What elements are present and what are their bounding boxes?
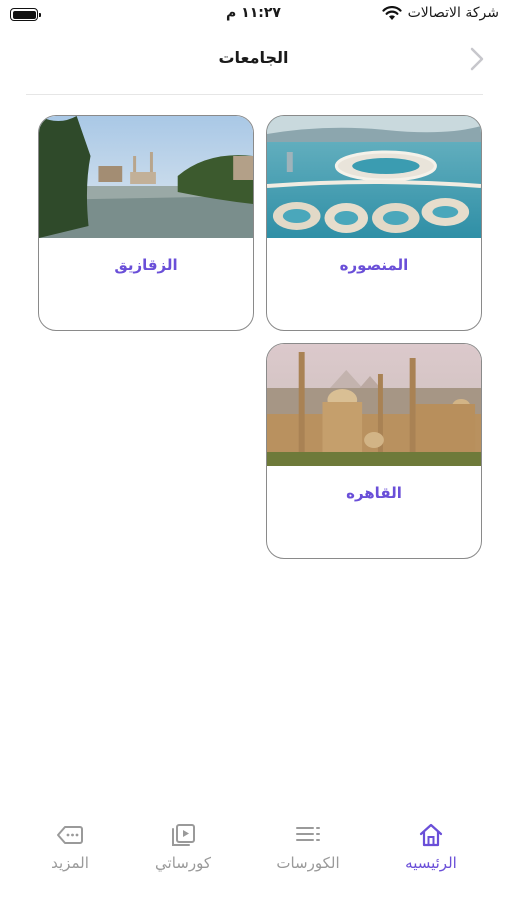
university-name: الزقازيق bbox=[114, 256, 178, 274]
video-library-icon bbox=[172, 824, 195, 846]
tab-home[interactable]: الرئيسيه bbox=[376, 822, 486, 872]
header: الجامعات bbox=[0, 40, 507, 80]
university-card-mansoura[interactable]: المنصوره bbox=[266, 115, 482, 331]
status-bar: ١١:٢٧ م شركة الاتصالات bbox=[0, 0, 507, 30]
page-title: الجامعات bbox=[218, 48, 289, 67]
tab-label: كورساتي bbox=[155, 854, 211, 872]
tab-label: المزيد bbox=[51, 854, 89, 872]
cairo-image bbox=[267, 344, 481, 466]
carrier-name: شركة الاتصالات bbox=[407, 5, 499, 21]
tab-label: الكورسات bbox=[276, 854, 340, 872]
chevron-right-icon bbox=[470, 47, 484, 71]
zagazig-image bbox=[39, 116, 253, 238]
university-card-zagazig[interactable]: الزقازيق bbox=[38, 115, 254, 331]
header-divider bbox=[26, 94, 483, 95]
tab-courses[interactable]: الكورسات bbox=[253, 822, 363, 872]
tab-label: الرئيسيه bbox=[405, 854, 457, 872]
back-button[interactable] bbox=[465, 46, 489, 72]
home-icon bbox=[419, 823, 443, 847]
mansoura-image bbox=[267, 116, 481, 238]
university-card-cairo[interactable]: القاهره bbox=[266, 343, 482, 559]
list-icon bbox=[296, 827, 320, 841]
tab-bar: الرئيسيه الكورسات كورساتي المزيد bbox=[0, 800, 507, 900]
university-name: المنصوره bbox=[339, 256, 409, 274]
tab-more[interactable]: المزيد bbox=[15, 822, 125, 872]
wifi-icon bbox=[381, 5, 402, 20]
tab-my-courses[interactable]: كورساتي bbox=[128, 822, 238, 872]
university-name: القاهره bbox=[346, 484, 402, 502]
more-tag-icon bbox=[57, 826, 83, 844]
